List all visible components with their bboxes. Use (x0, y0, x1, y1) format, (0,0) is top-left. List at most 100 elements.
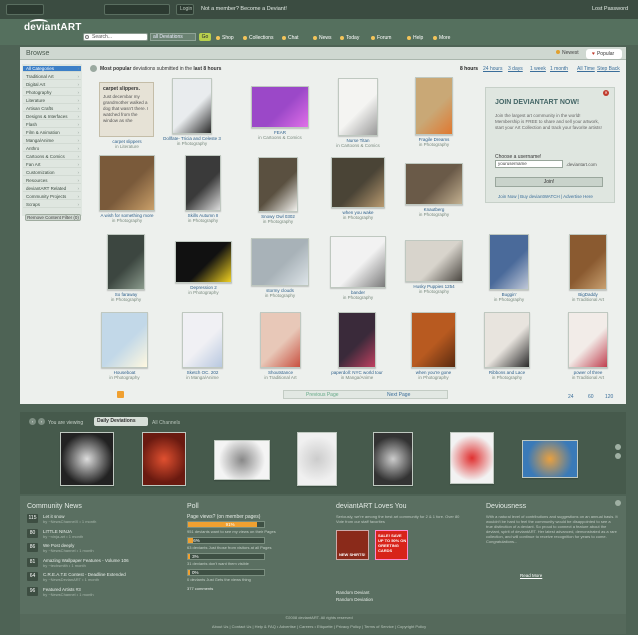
all-channels-link[interactable]: All Channels (152, 420, 180, 426)
thumbnail-18[interactable] (182, 312, 223, 368)
nav-item-news[interactable]: News (313, 35, 332, 41)
lost-password-link[interactable]: Lost Password (592, 6, 628, 12)
sidebar-item-resources[interactable]: Resources › (23, 178, 81, 184)
read-more-link[interactable]: Read More (520, 573, 542, 578)
thumbnail-20[interactable] (338, 312, 376, 368)
view-120[interactable]: 120 (605, 394, 613, 400)
thumbnail-21[interactable] (411, 312, 456, 368)
login-button[interactable]: Login (176, 4, 194, 15)
sidebar-item-all-categories[interactable]: All Categories › (23, 66, 81, 72)
thumbnail-4[interactable] (415, 77, 453, 135)
sidebar-item-flash[interactable]: Flash › (23, 122, 81, 128)
next-page-link[interactable]: Next Page (387, 392, 410, 398)
thumbnail-9[interactable] (405, 163, 463, 205)
join-links[interactable]: Join Now | Buy deviantWATCH | Advertise … (498, 194, 593, 199)
nav-item-collections[interactable]: Collections (243, 35, 273, 41)
time-filter-0[interactable]: 8 hours (460, 66, 478, 72)
shirts-ad[interactable]: NEW SHIRTS! (336, 530, 369, 560)
username-field[interactable] (6, 4, 44, 15)
daily-deviation-thumb-6[interactable] (522, 440, 578, 478)
thumbnail-23[interactable] (568, 312, 608, 368)
poll-option-label[interactable]: 0 deviants Just Gets the views thing (187, 577, 251, 582)
sidebar-item-anthro[interactable]: Anthro › (23, 146, 81, 152)
search-scope-select[interactable]: all Deviations (150, 33, 196, 41)
sidebar-item-customization[interactable]: Customization › (23, 170, 81, 176)
daily-deviation-thumb-0[interactable] (60, 432, 114, 486)
cards-sale-ad[interactable]: SALE! SAVE UP TO 50% ON GREETING CARDS (375, 530, 408, 560)
footer-links[interactable]: About Us | Contact Us | Help & FAQ • Adv… (0, 624, 638, 629)
random-deviation-link[interactable]: Random Deviation (336, 597, 373, 602)
thumbnail-1[interactable] (172, 78, 212, 134)
time-filter-3[interactable]: 1 week (530, 66, 546, 72)
thumbnail-15[interactable] (489, 234, 529, 290)
thumbnail-13[interactable] (330, 236, 386, 288)
film-control-icon[interactable] (615, 444, 621, 450)
site-logo[interactable]: deviantART (24, 22, 82, 33)
sidebar-item-digital-art[interactable]: Digital Art › (23, 82, 81, 88)
random-deviant-link[interactable]: Random Deviant (336, 590, 370, 595)
thumbnail-5[interactable] (99, 155, 155, 211)
tab-popular[interactable]: ♥ Popular (586, 49, 622, 59)
view-60[interactable]: 60 (588, 394, 594, 400)
become-member-link[interactable]: Not a member? Become a Deviant! (201, 6, 287, 12)
poll-option-label[interactable]: 951 deviants want to see my views on the… (187, 529, 276, 534)
thumbnail-14[interactable] (405, 240, 463, 282)
sidebar-item-designs-interfaces[interactable]: Designs & Interfaces › (23, 114, 81, 120)
thumbnail-16[interactable] (569, 234, 607, 290)
thumbnail-8[interactable] (331, 157, 385, 208)
sidebar-item-film-animation[interactable]: Film & Animation › (23, 130, 81, 136)
sidebar-item-cartoons-comics[interactable]: Cartoons & Comics › (23, 154, 81, 160)
previous-page-link[interactable]: Previous Page (306, 392, 339, 398)
search-go-button[interactable]: Go (199, 33, 211, 41)
next-channel-icon[interactable]: › (38, 418, 45, 425)
thumbnail-11[interactable] (175, 241, 232, 283)
thumbnail-2[interactable] (251, 86, 309, 128)
time-filter-2[interactable]: 3 days (508, 66, 523, 72)
search-input[interactable]: Search... (83, 33, 148, 41)
thumbnail-12[interactable] (251, 238, 309, 286)
join-username-input[interactable]: yourusername (495, 160, 563, 168)
daily-deviation-thumb-1[interactable] (142, 432, 186, 486)
time-filter-4[interactable]: 1 month (550, 66, 568, 72)
thumbnail-6[interactable] (185, 155, 221, 211)
thumbnail-10[interactable] (107, 234, 145, 290)
tab-newest[interactable]: Newest (556, 50, 579, 58)
thumbnail-19[interactable] (260, 312, 301, 368)
daily-deviation-thumb-2[interactable] (214, 440, 270, 480)
daily-deviation-thumb-4[interactable] (373, 432, 413, 486)
sidebar-item-photography[interactable]: Photography › (23, 90, 81, 96)
poll-comments-link[interactable]: 377 comments (187, 586, 213, 591)
nav-item-today[interactable]: Today (340, 35, 359, 41)
rss-icon[interactable] (117, 391, 124, 398)
thumbnail-22[interactable] (484, 312, 530, 368)
close-icon[interactable]: ✕ (603, 90, 609, 96)
time-filter-1[interactable]: 24 hours (483, 66, 502, 72)
nav-item-forum[interactable]: Forum (371, 35, 391, 41)
sidebar-item-manga-anime[interactable]: Manga/Anime › (23, 138, 81, 144)
nav-item-shop[interactable]: Shop (216, 35, 234, 41)
nav-item-help[interactable]: Help (407, 35, 423, 41)
film-control-icon-2[interactable] (615, 453, 621, 459)
poll-option-label[interactable]: 63 deviants Just those from visitors at … (187, 545, 271, 550)
prev-channel-icon[interactable]: ‹ (29, 418, 36, 425)
view-24[interactable]: 24 (568, 394, 574, 400)
sidebar-item-scraps[interactable]: Scraps › (23, 202, 81, 208)
sidebar-item-traditional-art[interactable]: Traditional Art › (23, 74, 81, 80)
thumbnail-7[interactable] (258, 157, 298, 212)
thumbnail-17[interactable] (101, 312, 148, 368)
password-field[interactable] (104, 4, 170, 15)
sidebar-item-community-projects[interactable]: Community Projects › (23, 194, 81, 200)
remove-filter-button[interactable]: Remove Content Filter (0) (25, 214, 81, 221)
daily-deviation-thumb-3[interactable] (297, 432, 337, 486)
nav-item-more[interactable]: More (433, 35, 450, 41)
time-filter-5[interactable]: All Time (577, 66, 595, 72)
thumbnail-3[interactable] (338, 78, 378, 136)
join-button[interactable]: Join! (495, 177, 603, 187)
sidebar-item-literature[interactable]: Literature › (23, 98, 81, 104)
poll-option-label[interactable]: 31 deviants don't want them visible (187, 561, 249, 566)
time-filter-6[interactable]: Step Back (597, 66, 620, 72)
sidebar-item-deviantart-related[interactable]: deviantART Related › (23, 186, 81, 192)
literature-excerpt[interactable]: carpet slippers. Just decembar my grandm… (99, 82, 154, 137)
sidebar-item-fan-art[interactable]: Fan Art › (23, 162, 81, 168)
sidebar-item-artisan-crafts[interactable]: Artisan Crafts › (23, 106, 81, 112)
